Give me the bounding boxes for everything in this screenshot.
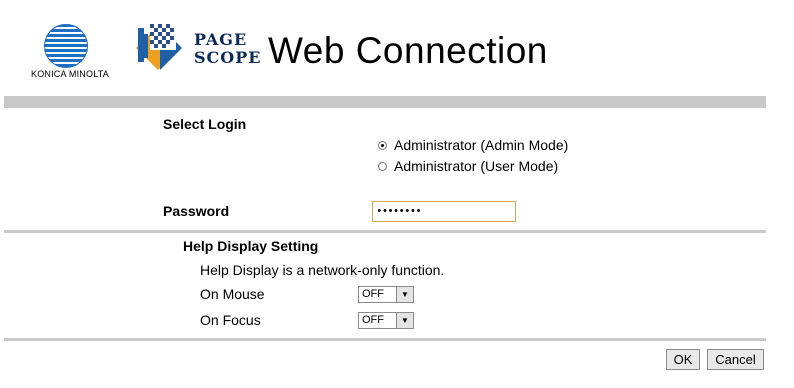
dropdown-arrow-icon[interactable]: ▼ (396, 313, 413, 328)
konica-minolta-logo: KONICA MINOLTA (20, 24, 120, 84)
pagescope-word-page: PAGE (194, 30, 248, 49)
product-title: Web Connection (268, 30, 548, 71)
brand-text: KONICA MINOLTA (31, 69, 109, 79)
on-mouse-value: OFF (362, 288, 384, 300)
password-input[interactable] (372, 201, 516, 222)
radio-admin-mode[interactable]: Administrator (Admin Mode) (378, 137, 568, 153)
radio-admin-mode-label: Administrator (Admin Mode) (394, 137, 569, 153)
password-label: Password (163, 203, 230, 219)
header-divider (4, 96, 766, 108)
ok-button[interactable]: OK (666, 349, 700, 370)
on-mouse-label: On Mouse (200, 286, 265, 302)
on-focus-label: On Focus (200, 312, 261, 328)
on-mouse-select[interactable]: OFF ▼ (358, 286, 414, 303)
section-divider (4, 230, 766, 233)
pagescope-logo: PAGE SCOPE (136, 22, 266, 78)
pagescope-mark-icon (136, 24, 182, 70)
globe-icon (44, 24, 88, 68)
footer-divider (4, 338, 766, 341)
radio-user-mode[interactable]: Administrator (User Mode) (378, 158, 558, 174)
select-login-label: Select Login (163, 116, 247, 132)
help-display-title: Help Display Setting (183, 238, 319, 254)
dropdown-arrow-icon[interactable]: ▼ (396, 287, 413, 302)
on-focus-select[interactable]: OFF ▼ (358, 312, 414, 329)
radio-user-mode-label: Administrator (User Mode) (394, 158, 559, 174)
on-focus-value: OFF (362, 314, 384, 326)
radio-button-unchecked[interactable] (378, 161, 387, 171)
cancel-button[interactable]: Cancel (707, 349, 764, 370)
radio-button-checked[interactable] (378, 140, 387, 150)
help-display-note: Help Display is a network-only function. (200, 262, 445, 278)
pagescope-word-scope: SCOPE (194, 48, 262, 67)
